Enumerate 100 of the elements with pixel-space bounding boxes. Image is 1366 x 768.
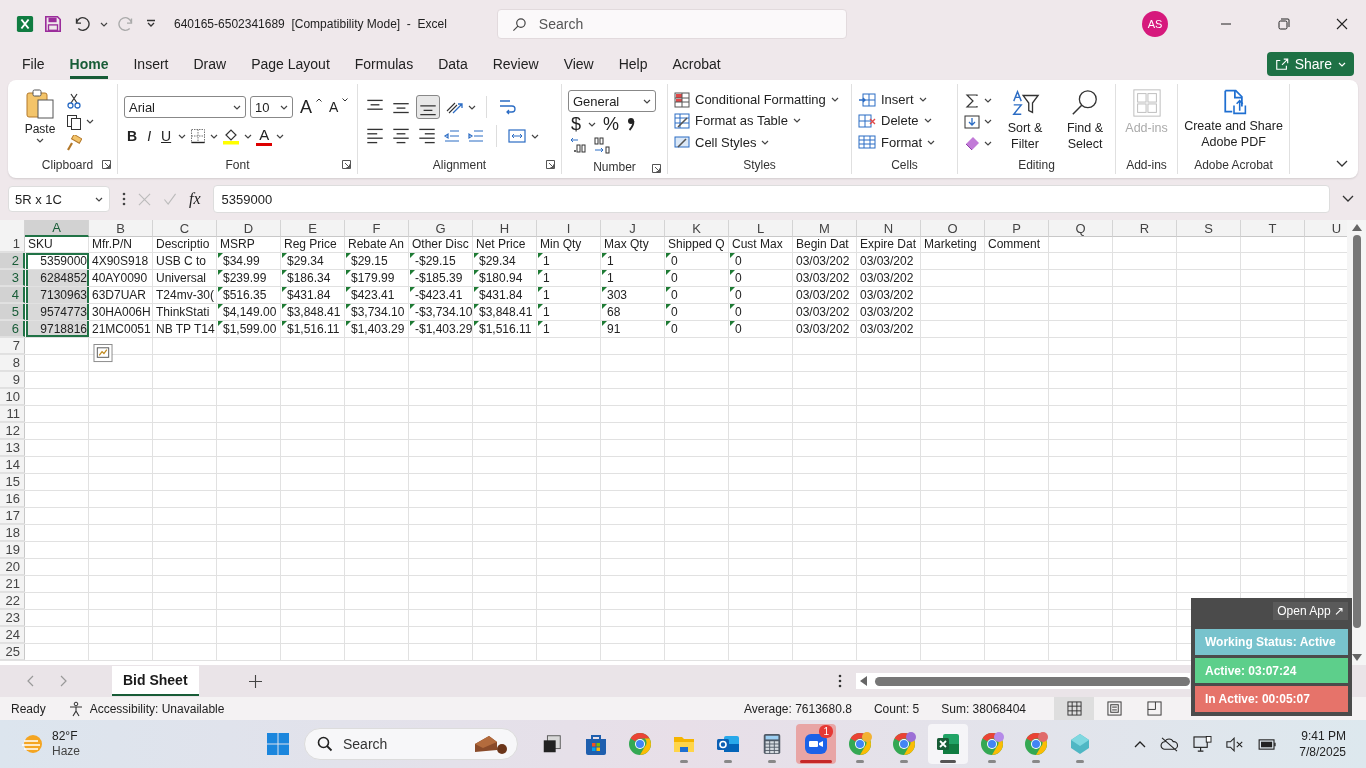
find-select-button[interactable]: Find & Select: [1058, 88, 1112, 156]
table-cell[interactable]: 0: [666, 287, 729, 303]
caret-icon[interactable]: [792, 118, 801, 124]
percent-button[interactable]: %: [600, 114, 623, 134]
quick-analysis-icon[interactable]: [93, 344, 113, 363]
row-header[interactable]: 19: [0, 542, 25, 558]
ribbon-tab[interactable]: Formulas: [354, 49, 414, 79]
row-header[interactable]: 23: [0, 610, 25, 626]
table-cell[interactable]: $29.15: [346, 253, 409, 269]
table-cell[interactable]: MSRP: [218, 236, 281, 252]
table-cell[interactable]: $29.34: [282, 253, 345, 269]
underline-button[interactable]: U: [158, 126, 175, 146]
ribbon-tab[interactable]: View: [563, 49, 594, 79]
table-cell[interactable]: $1,516.11: [282, 321, 345, 337]
style-command[interactable]: Conditional Formatting: [674, 91, 845, 108]
row-header[interactable]: 14: [0, 457, 25, 473]
caret-icon[interactable]: [210, 133, 219, 139]
comma-style-icon[interactable]: [626, 116, 637, 132]
caret-icon[interactable]: [830, 97, 839, 103]
table-cell[interactable]: $423.41: [346, 287, 409, 303]
currency-button[interactable]: $: [568, 114, 584, 134]
caret-icon[interactable]: [923, 118, 932, 124]
dialog-launcher-icon[interactable]: [342, 160, 351, 169]
row-header[interactable]: 25: [0, 644, 25, 660]
table-cell[interactable]: $29.34: [474, 253, 537, 269]
horizontal-scrollbar[interactable]: [856, 673, 1190, 689]
table-cell[interactable]: 1: [538, 287, 601, 303]
caret-icon[interactable]: [95, 196, 103, 202]
caret-icon[interactable]: [761, 139, 770, 145]
table-cell[interactable]: $34.99: [218, 253, 281, 269]
table-cell[interactable]: 0: [730, 270, 793, 286]
caret-icon[interactable]: [643, 98, 651, 104]
borders-icon[interactable]: [190, 128, 207, 144]
style-command[interactable]: Format as Table: [674, 113, 845, 129]
insert-function-button[interactable]: fx: [189, 190, 201, 208]
table-cell[interactable]: Mfr.P/N: [90, 236, 153, 252]
column-header[interactable]: C: [153, 220, 217, 237]
ribbon-tab[interactable]: Data: [438, 49, 468, 79]
column-header[interactable]: N: [857, 220, 921, 237]
increase-decimal-icon[interactable]: [568, 136, 588, 156]
table-cell[interactable]: SKU: [26, 236, 89, 252]
column-header[interactable]: L: [729, 220, 793, 237]
fill-color-icon[interactable]: [222, 127, 241, 145]
caret-icon[interactable]: [36, 138, 44, 143]
save-icon[interactable]: [44, 15, 62, 33]
column-header[interactable]: K: [665, 220, 729, 237]
row-header[interactable]: 9: [0, 372, 25, 388]
table-cell[interactable]: -$185.39: [410, 270, 473, 286]
vertical-scrollbar-thumb[interactable]: [1352, 235, 1361, 628]
chevron-up-icon[interactable]: [1134, 740, 1147, 748]
column-header[interactable]: S: [1177, 220, 1241, 237]
column-header[interactable]: T: [1241, 220, 1305, 237]
row-header[interactable]: 10: [0, 389, 25, 405]
row-header[interactable]: 1: [0, 236, 25, 252]
table-cell[interactable]: 30HA006H: [90, 304, 153, 320]
restore-icon[interactable]: [1278, 18, 1290, 30]
copy-icon[interactable]: [66, 114, 82, 130]
row-header[interactable]: 22: [0, 593, 25, 609]
table-cell[interactable]: $431.84: [282, 287, 345, 303]
ribbon-tab[interactable]: Draw: [193, 49, 227, 79]
font-color-button[interactable]: A: [256, 126, 273, 146]
sheet-tab[interactable]: Bid Sheet: [112, 666, 199, 696]
row-header[interactable]: 12: [0, 423, 25, 439]
fill-down-icon[interactable]: [964, 114, 980, 130]
column-header[interactable]: I: [537, 220, 601, 237]
caret-icon[interactable]: [984, 140, 992, 146]
start-icon[interactable]: [266, 732, 290, 756]
cells-command[interactable]: Format: [858, 134, 951, 151]
taskbar-search-field[interactable]: Search: [304, 728, 518, 760]
table-cell[interactable]: 9574773: [26, 304, 89, 320]
column-header[interactable]: M: [793, 220, 857, 237]
table-cell[interactable]: 5359000: [26, 253, 89, 269]
table-cell[interactable]: 68: [602, 304, 665, 320]
row-header[interactable]: 15: [0, 474, 25, 490]
caret-icon[interactable]: [468, 104, 476, 110]
ribbon-tab[interactable]: Acrobat: [672, 49, 721, 79]
row-header[interactable]: 21: [0, 576, 25, 592]
column-header[interactable]: P: [985, 220, 1049, 237]
eraser-icon[interactable]: [964, 135, 980, 152]
table-cell[interactable]: Cust Max: [730, 236, 793, 252]
wrap-text-icon[interactable]: [497, 97, 517, 117]
table-cell[interactable]: Marketing: [922, 236, 985, 252]
open-app-link[interactable]: Open App ↗: [1273, 602, 1348, 620]
column-header[interactable]: J: [601, 220, 665, 237]
table-cell[interactable]: 0: [730, 321, 793, 337]
table-cell[interactable]: 0: [666, 321, 729, 337]
table-cell[interactable]: 6284852: [26, 270, 89, 286]
table-cell[interactable]: 0: [730, 304, 793, 320]
column-header[interactable]: O: [921, 220, 985, 237]
column-header[interactable]: R: [1113, 220, 1177, 237]
row-header[interactable]: 11: [0, 406, 25, 422]
table-cell[interactable]: -$423.41: [410, 287, 473, 303]
table-cell[interactable]: Net Price: [474, 236, 537, 252]
user-avatar[interactable]: AS: [1142, 11, 1168, 37]
scroll-down-icon[interactable]: [1351, 654, 1362, 661]
table-cell[interactable]: 0: [666, 304, 729, 320]
decrease-decimal-icon[interactable]: [592, 136, 612, 156]
row-header[interactable]: 20: [0, 559, 25, 575]
ribbon-tab[interactable]: File: [22, 49, 45, 79]
cells-command[interactable]: Delete: [858, 113, 951, 129]
